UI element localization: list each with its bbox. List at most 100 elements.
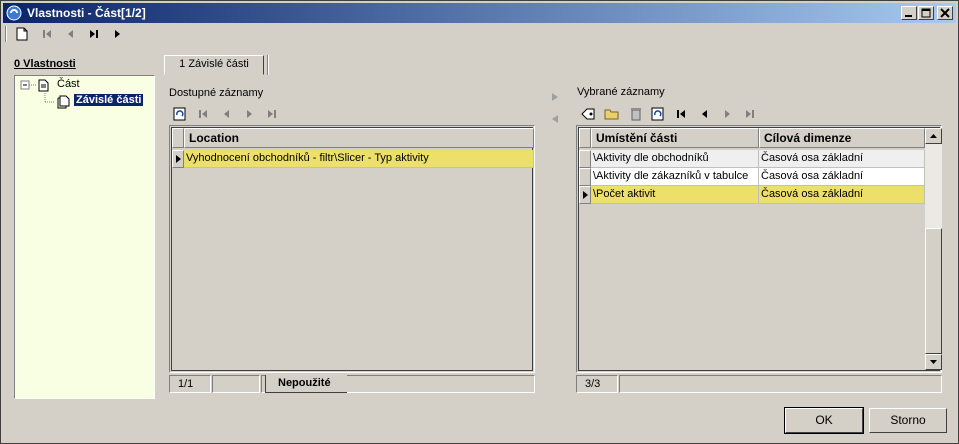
trash-icon bbox=[631, 108, 641, 121]
next-icon bbox=[247, 110, 252, 118]
maximize-icon bbox=[921, 8, 931, 18]
next-icon bbox=[115, 30, 120, 38]
main-toolbar bbox=[5, 25, 205, 43]
refresh-icon bbox=[173, 107, 186, 121]
available-grid[interactable]: Location Vyhodnocení obchodníků - filtr\… bbox=[169, 125, 535, 373]
scroll-down-button[interactable] bbox=[925, 354, 942, 370]
close-button[interactable] bbox=[937, 6, 953, 20]
row-indicator bbox=[579, 186, 591, 204]
last-icon bbox=[746, 110, 754, 118]
add-record-button[interactable] bbox=[579, 105, 597, 123]
documents-icon bbox=[57, 95, 70, 109]
minimize-button[interactable] bbox=[901, 6, 917, 20]
available-grid-body: Location Vyhodnocení obchodníků - filtr\… bbox=[171, 127, 534, 371]
delete-button[interactable] bbox=[627, 105, 645, 123]
selected-refresh-button[interactable] bbox=[649, 105, 667, 123]
selected-record-count: 3/3 bbox=[576, 375, 618, 393]
maximize-button[interactable] bbox=[918, 6, 934, 20]
scrollbar-thumb[interactable] bbox=[925, 228, 942, 354]
selected-last-button[interactable] bbox=[741, 105, 759, 123]
add-tag-icon bbox=[581, 108, 595, 120]
selected-grid-body: Umístění části Cílová dimenze \Aktivity … bbox=[578, 127, 942, 371]
available-records-label: Dostupné záznamy bbox=[169, 87, 264, 99]
previous-record-button[interactable] bbox=[61, 25, 79, 43]
last-record-button[interactable] bbox=[85, 25, 103, 43]
table-row[interactable]: \Počet aktivit Časová osa základní bbox=[579, 186, 925, 204]
ok-button[interactable]: OK bbox=[784, 407, 864, 434]
row-indicator-header bbox=[579, 128, 591, 148]
tree-node-label: Část bbox=[57, 78, 80, 90]
move-right-icon[interactable] bbox=[552, 93, 558, 101]
chevron-down-icon bbox=[930, 360, 937, 364]
selected-toolbar bbox=[579, 105, 769, 123]
available-previous-button[interactable] bbox=[217, 105, 235, 123]
last-icon bbox=[90, 30, 98, 38]
cell-umisteni[interactable]: \Počet aktivit bbox=[591, 186, 759, 204]
selected-previous-button[interactable] bbox=[695, 105, 713, 123]
tab-zavisle-casti[interactable]: 1 Závislé části bbox=[164, 55, 264, 75]
current-row-icon bbox=[176, 155, 181, 163]
next-icon bbox=[725, 110, 730, 118]
column-header-cilova-dimenze[interactable]: Cílová dimenze bbox=[759, 128, 925, 148]
column-header-umisteni[interactable]: Umístění části bbox=[591, 128, 759, 148]
tab-label: 1 Závislé části bbox=[179, 58, 249, 70]
properties-window: Vlastnosti - Část[1/2] 0 Vlastnosti Část… bbox=[0, 0, 959, 444]
document-icon bbox=[38, 79, 49, 92]
selected-records-label: Vybrané záznamy bbox=[577, 86, 665, 98]
scroll-up-button[interactable] bbox=[925, 128, 942, 144]
selected-first-button[interactable] bbox=[673, 105, 691, 123]
move-left-icon[interactable] bbox=[552, 115, 558, 123]
available-next-button[interactable] bbox=[241, 105, 259, 123]
row-indicator bbox=[579, 168, 591, 186]
cell-cilova-dimenze[interactable]: Časová osa základní bbox=[759, 168, 925, 186]
previous-icon bbox=[224, 110, 229, 118]
refresh-button[interactable] bbox=[171, 105, 189, 123]
first-icon bbox=[199, 110, 207, 118]
table-row[interactable]: \Aktivity dle zákazníků v tabulce Časová… bbox=[579, 168, 925, 186]
selected-next-button[interactable] bbox=[719, 105, 737, 123]
next-record-button[interactable] bbox=[109, 25, 127, 43]
first-icon bbox=[677, 110, 685, 118]
selected-grid[interactable]: Umístění části Cílová dimenze \Aktivity … bbox=[576, 125, 942, 373]
cell-cilova-dimenze[interactable]: Časová osa základní bbox=[759, 150, 925, 168]
properties-label: 0 Vlastnosti bbox=[14, 58, 76, 70]
current-row-icon bbox=[583, 191, 588, 199]
open-folder-button[interactable] bbox=[603, 105, 621, 123]
title-bar[interactable]: Vlastnosti - Část[1/2] bbox=[3, 3, 956, 23]
last-icon bbox=[268, 110, 276, 118]
first-record-button[interactable] bbox=[39, 25, 57, 43]
available-toolbar bbox=[171, 105, 291, 123]
tree-node-label-selected: Závislé části bbox=[74, 94, 144, 106]
new-document-icon bbox=[16, 27, 28, 41]
table-row[interactable]: Vyhodnocení obchodníků - filtr\Slicer - … bbox=[172, 150, 534, 168]
available-last-button[interactable] bbox=[263, 105, 281, 123]
cell-location[interactable]: Vyhodnocení obchodníků - filtr\Slicer - … bbox=[184, 150, 534, 168]
cell-umisteni[interactable]: \Aktivity dle obchodníků bbox=[591, 150, 759, 168]
vertical-scrollbar[interactable] bbox=[925, 128, 942, 370]
window-title: Vlastnosti - Část[1/2] bbox=[27, 6, 146, 20]
cancel-button[interactable]: Storno bbox=[869, 408, 947, 433]
tab-nepouzite[interactable]: Nepoužité bbox=[265, 375, 347, 393]
first-icon bbox=[43, 30, 51, 38]
previous-icon bbox=[702, 110, 707, 118]
previous-icon bbox=[68, 30, 73, 38]
toolbar-separator bbox=[5, 26, 7, 42]
row-indicator-header bbox=[172, 128, 184, 148]
properties-tree[interactable]: Část Závislé části bbox=[14, 75, 155, 399]
row-indicator bbox=[172, 150, 184, 168]
table-row[interactable]: \Aktivity dle obchodníků Časová osa zákl… bbox=[579, 150, 925, 168]
row-indicator bbox=[579, 150, 591, 168]
tab-edge bbox=[267, 55, 269, 75]
column-header-location[interactable]: Location bbox=[184, 128, 534, 148]
cell-cilova-dimenze[interactable]: Časová osa základní bbox=[759, 186, 925, 204]
refresh-icon bbox=[651, 107, 664, 121]
folder-icon bbox=[604, 109, 619, 120]
cell-umisteni[interactable]: \Aktivity dle zákazníků v tabulce bbox=[591, 168, 759, 186]
selected-status-empty bbox=[619, 375, 942, 393]
minimize-icon bbox=[905, 15, 912, 17]
app-icon bbox=[6, 5, 22, 21]
chevron-up-icon bbox=[930, 134, 937, 138]
available-status-empty bbox=[212, 375, 260, 393]
new-button[interactable] bbox=[13, 25, 31, 43]
available-first-button[interactable] bbox=[195, 105, 213, 123]
